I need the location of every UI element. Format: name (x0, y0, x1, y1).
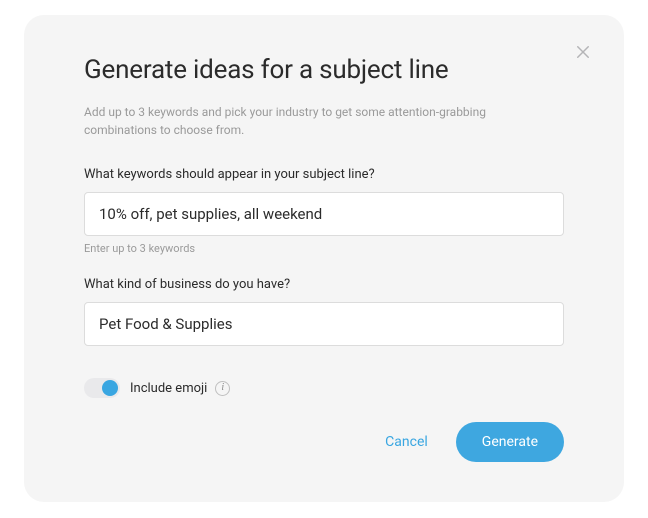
close-button[interactable] (574, 43, 592, 65)
cancel-button[interactable]: Cancel (383, 430, 430, 454)
include-emoji-toggle[interactable] (84, 378, 120, 398)
business-field-group: What kind of business do you have? (84, 277, 564, 346)
keywords-label: What keywords should appear in your subj… (84, 167, 564, 182)
modal-actions: Cancel Generate (84, 422, 564, 462)
emoji-toggle-row: Include emoji i (84, 378, 564, 398)
modal-title: Generate ideas for a subject line (84, 55, 564, 85)
keywords-helper-text: Enter up to 3 keywords (84, 242, 564, 255)
keywords-field-group: What keywords should appear in your subj… (84, 167, 564, 255)
business-input[interactable] (84, 302, 564, 346)
generate-button[interactable]: Generate (456, 422, 564, 462)
close-icon (574, 43, 592, 65)
business-label: What kind of business do you have? (84, 277, 564, 292)
info-icon[interactable]: i (215, 381, 230, 396)
modal-subtitle: Add up to 3 keywords and pick your indus… (84, 103, 504, 139)
generate-subject-line-modal: Generate ideas for a subject line Add up… (24, 15, 624, 502)
toggle-knob (102, 380, 118, 396)
keywords-input[interactable] (84, 192, 564, 236)
include-emoji-label: Include emoji (130, 381, 207, 396)
